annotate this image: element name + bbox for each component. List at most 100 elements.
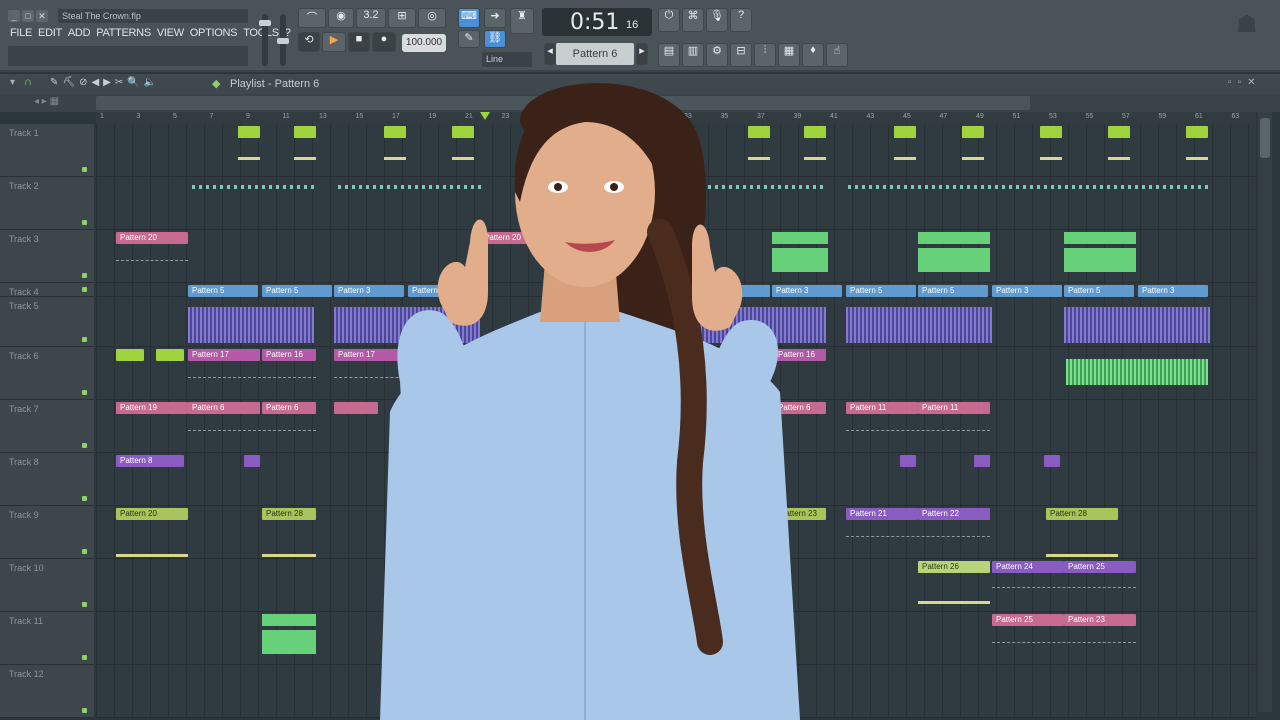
track-mute-led[interactable] — [82, 496, 87, 501]
pattern-clip[interactable]: Pattern 11 — [846, 402, 918, 414]
track-label[interactable]: Track 1 — [0, 124, 94, 177]
mixer-icon[interactable]: ⊟ — [730, 43, 752, 67]
channel-rack-icon[interactable]: ⚙ — [706, 43, 728, 67]
pattern-prev-arrow[interactable]: ◂ — [544, 43, 556, 65]
undo-icon[interactable]: ⏻ — [658, 8, 680, 32]
piano-roll-icon[interactable]: ▥ — [682, 43, 704, 67]
pattern-clip[interactable]: Pattern 26 — [918, 561, 990, 573]
track-label[interactable]: Track 11 — [0, 612, 94, 665]
pattern-clip[interactable]: Pattern 22 — [918, 508, 990, 520]
loop-record-button[interactable]: ◎ — [418, 8, 446, 28]
track-label[interactable]: Track 5 — [0, 297, 94, 347]
pattern-next-arrow[interactable]: ▸ — [636, 43, 648, 65]
pencil-tool-icon[interactable]: ✎ — [458, 30, 480, 48]
track-mute-led[interactable] — [82, 655, 87, 660]
pattern-song-toggle[interactable]: ⟲ — [298, 32, 320, 52]
master-volume-knob[interactable] — [259, 20, 271, 26]
pattern-clip[interactable] — [1108, 126, 1130, 138]
pattern-clip[interactable] — [238, 126, 260, 138]
magnet-icon[interactable]: ∩ — [24, 76, 32, 88]
pattern-clip[interactable] — [116, 349, 144, 361]
master-volume-slider[interactable] — [259, 14, 271, 66]
play-button[interactable]: ▶ — [322, 32, 346, 52]
track-label[interactable]: Track 2 — [0, 177, 94, 230]
pattern-clip[interactable]: Pattern 11 — [918, 402, 990, 414]
blend-notes-button[interactable]: ➜ — [484, 8, 506, 28]
track-label[interactable]: Track 9 — [0, 506, 94, 559]
pattern-clip[interactable] — [974, 455, 990, 467]
pattern-clip[interactable]: Pattern 3 — [992, 285, 1062, 297]
playlist-window-controls[interactable]: ▫▫✕ — [1228, 77, 1261, 88]
pattern-clip[interactable]: Pattern 6 — [188, 402, 260, 414]
microphone-icon[interactable]: 🎙 — [706, 8, 728, 32]
pattern-clip[interactable]: Pattern 23 — [1064, 614, 1136, 626]
track-mute-led[interactable] — [82, 287, 87, 292]
playlist-icon[interactable]: ▤ — [658, 43, 680, 67]
menu-patterns[interactable]: PATTERNS — [96, 27, 151, 39]
tempo-display[interactable]: 100.000 — [402, 34, 446, 52]
track-label[interactable]: Track 7 — [0, 400, 94, 453]
track-mute-led[interactable] — [82, 390, 87, 395]
pattern-clip[interactable] — [294, 126, 316, 138]
mixer-faders-icon[interactable]: ⫶ — [754, 43, 776, 67]
track-label[interactable]: Track 3 — [0, 230, 94, 283]
pattern-clip[interactable] — [894, 126, 916, 138]
master-pitch-knob[interactable] — [277, 38, 289, 44]
pattern-clip[interactable]: Pattern 28 — [1046, 508, 1118, 520]
pattern-clip[interactable] — [900, 455, 916, 467]
menu-file[interactable]: FILE — [10, 27, 32, 39]
track-mute-led[interactable] — [82, 220, 87, 225]
link-icon[interactable]: ⛓ — [484, 30, 506, 48]
snap-selector[interactable]: Line — [482, 52, 532, 67]
track-label[interactable]: Track 12 — [0, 665, 94, 718]
track-mute-led[interactable] — [82, 443, 87, 448]
stop-button[interactable]: ■ — [348, 32, 370, 52]
pattern-clip[interactable] — [1186, 126, 1208, 138]
pattern-clip[interactable]: Pattern 5 — [846, 285, 916, 297]
track-mute-led[interactable] — [82, 602, 87, 607]
pattern-clip[interactable]: Pattern 5 — [262, 285, 332, 297]
scroll-arrows-icon[interactable]: ◂ ▸ ▦ — [34, 96, 59, 107]
menu-tools[interactable]: TOOLS — [243, 27, 279, 39]
track-mute-led[interactable] — [82, 337, 87, 342]
multilink-button[interactable]: ♜ — [510, 8, 534, 34]
menu-options[interactable]: OPTIONS — [190, 27, 238, 39]
pattern-clip[interactable]: Pattern 17 — [188, 349, 260, 361]
pattern-clip[interactable] — [244, 455, 260, 467]
touch-controller-icon[interactable]: ☝ — [826, 43, 848, 67]
vertical-scrollbar[interactable] — [1258, 112, 1272, 712]
pattern-clip[interactable]: Pattern 6 — [262, 402, 316, 414]
pattern-clip[interactable] — [1040, 126, 1062, 138]
menu-edit[interactable]: EDIT — [38, 27, 62, 39]
track-label[interactable]: Track 8 — [0, 453, 94, 506]
track-mute-led[interactable] — [82, 273, 87, 278]
pattern-clip[interactable]: Pattern 25 — [992, 614, 1064, 626]
track-label[interactable]: Track 6 — [0, 347, 94, 400]
count-in-button[interactable]: 3.2 — [356, 8, 386, 28]
playlist-tools-icons[interactable]: ✎⛏⊘◀▶✂🔍🔈 — [50, 77, 160, 88]
pattern-clip[interactable]: Pattern 5 — [918, 285, 988, 297]
menu-add[interactable]: ADD — [68, 27, 91, 39]
cpu-icon[interactable]: ⌘ — [682, 8, 704, 32]
minimize-icon[interactable]: _ — [8, 10, 20, 22]
track-mute-led[interactable] — [82, 549, 87, 554]
song-time-display[interactable]: 0:51 16 — [542, 8, 652, 36]
vertical-scroll-thumb[interactable] — [1260, 118, 1270, 158]
pattern-clip[interactable]: Pattern 20 — [116, 508, 188, 520]
pattern-clip[interactable]: Pattern 25 — [1064, 561, 1136, 573]
typing-keyboard-button[interactable]: ⌨ — [458, 8, 480, 28]
pattern-clip[interactable]: Pattern 20 — [116, 232, 188, 244]
chevron-down-icon[interactable]: ▾ — [10, 77, 15, 88]
browser-icon[interactable]: ▦ — [778, 43, 800, 67]
pattern-clip[interactable]: Pattern 5 — [1064, 285, 1134, 297]
plugin-picker-icon[interactable]: ♦ — [802, 43, 824, 67]
track-mute-led[interactable] — [82, 167, 87, 172]
pattern-clip[interactable]: Pattern 5 — [188, 285, 258, 297]
track-label[interactable]: Track 4 — [0, 283, 94, 297]
track-label[interactable]: Track 10 — [0, 559, 94, 612]
pattern-clip[interactable]: Pattern 16 — [262, 349, 316, 361]
pattern-clip[interactable]: Pattern 21 — [846, 508, 918, 520]
recording-mode-button[interactable]: ◉ — [328, 8, 354, 28]
pattern-clip[interactable] — [1044, 455, 1060, 467]
pattern-selector[interactable]: Pattern 6 — [556, 43, 634, 65]
